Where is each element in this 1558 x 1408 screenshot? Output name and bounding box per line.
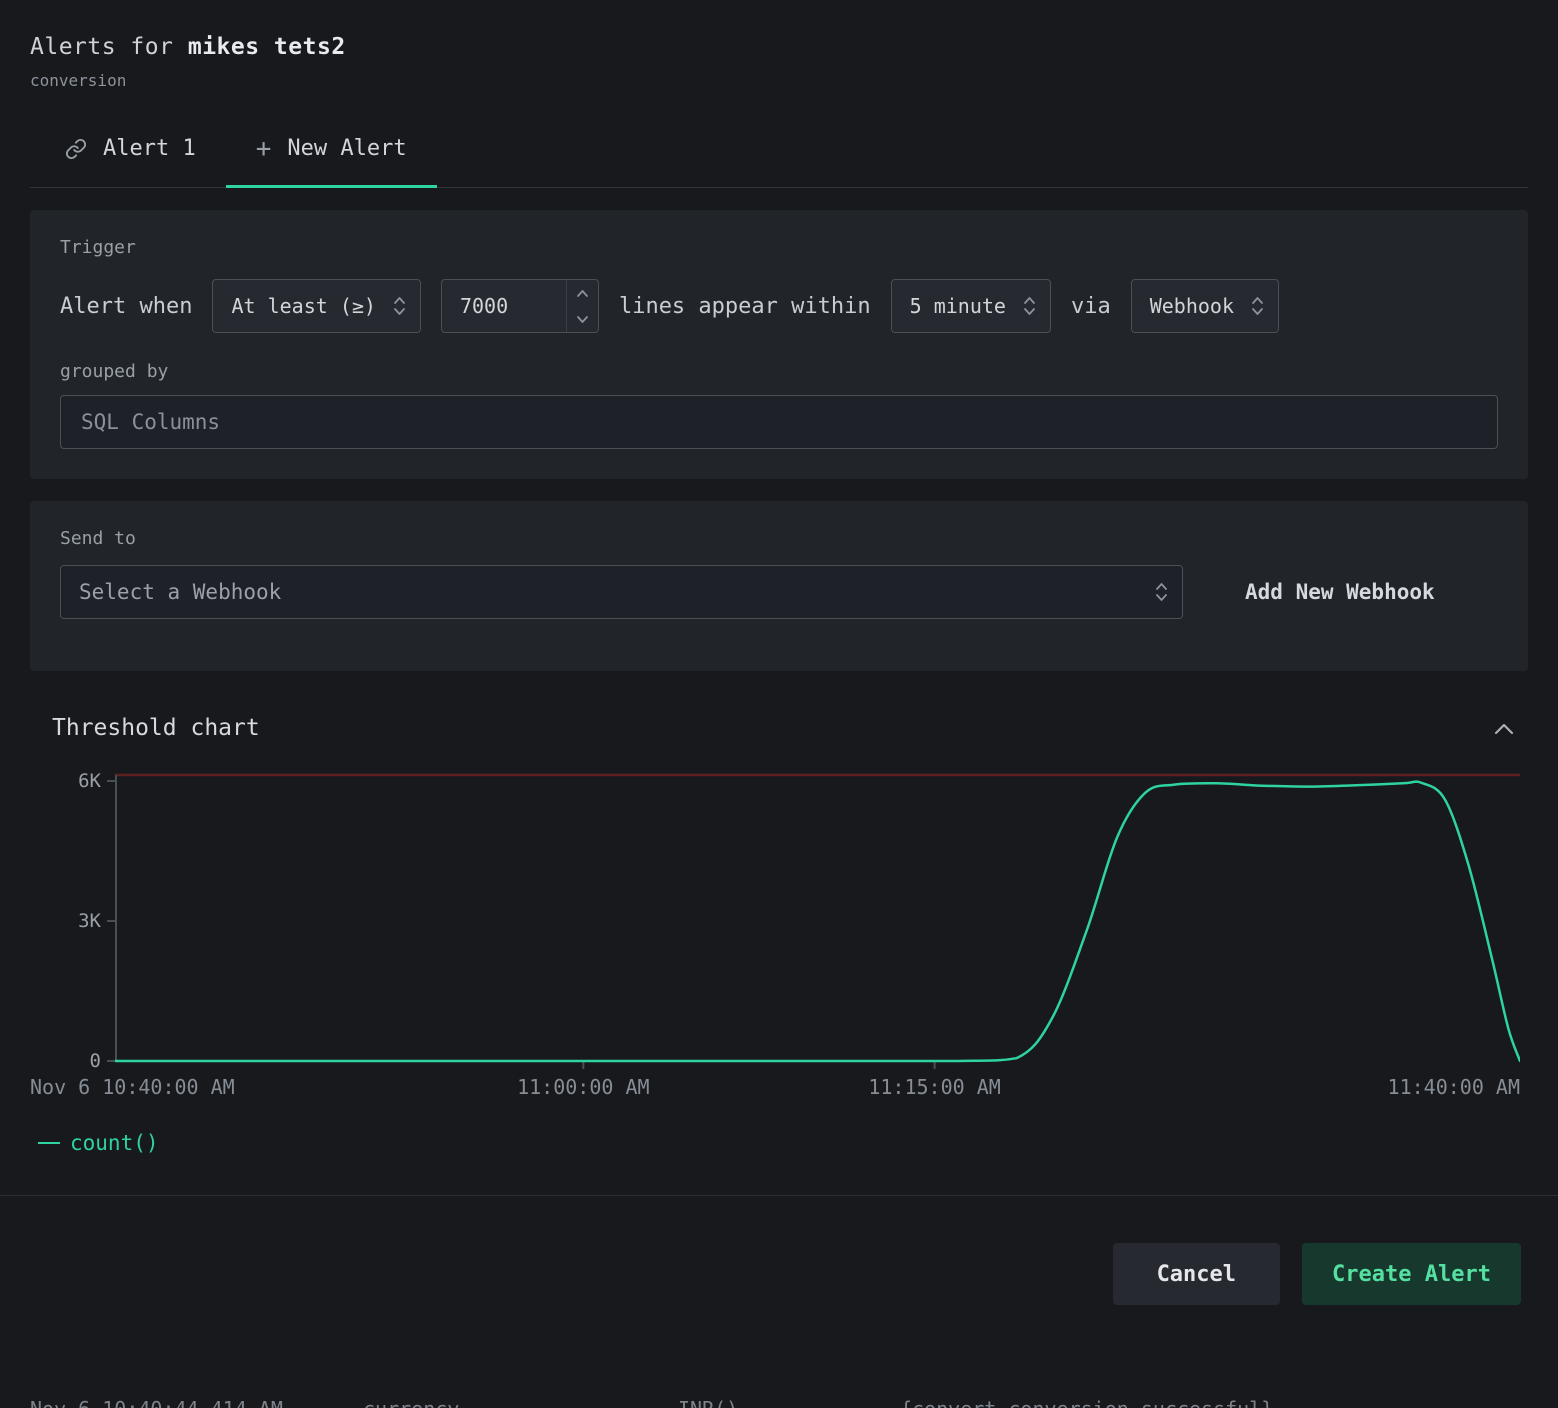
chart-header: Threshold chart <box>30 715 1528 741</box>
legend-label: count() <box>70 1131 159 1155</box>
page-title-name: mikes tets2 <box>188 34 346 60</box>
trigger-section-label: Trigger <box>60 237 1498 258</box>
x-tick-label: 11:15:00 AM <box>868 1075 1000 1099</box>
increment-button[interactable] <box>567 280 598 306</box>
background-log-field: INR() <box>678 1397 738 1408</box>
comparator-value: At least (≥) <box>231 294 376 318</box>
x-tick-label: 11:00:00 AM <box>517 1075 649 1099</box>
collapse-chart-button[interactable] <box>1492 721 1516 736</box>
send-to-section: Send to Select a Webhook Add New Webhook <box>30 501 1528 671</box>
background-log-row: Nov 6 10:40:44.414 AM currency INR() {co… <box>0 1397 1558 1408</box>
modal-header: Alerts for mikes tets2 conversion <box>30 0 1528 90</box>
alert-modal: Alerts for mikes tets2 conversion Alert … <box>0 0 1558 1155</box>
plus-icon: + <box>256 139 272 159</box>
channel-value: Webhook <box>1150 294 1234 318</box>
y-tick-label: 3K <box>78 910 115 932</box>
tab-alert-1[interactable]: Alert 1 <box>30 136 226 187</box>
chart-plot <box>115 773 1520 1069</box>
chevron-updown-icon <box>1250 293 1265 319</box>
legend-line-swatch <box>38 1142 60 1144</box>
threshold-chart-section: Threshold chart 6K 3K 0 Nov 6 10:40:00 AM 1… <box>30 715 1528 1155</box>
alert-tabs: Alert 1 + New Alert <box>30 136 1528 188</box>
x-tick-label: 11:40:00 AM <box>1388 1075 1520 1099</box>
create-alert-button[interactable]: Create Alert <box>1302 1243 1521 1305</box>
page-subtitle: conversion <box>30 71 1528 90</box>
chart-title: Threshold chart <box>52 715 260 741</box>
background-log-service: currency <box>363 1397 459 1408</box>
webhook-select[interactable]: Select a Webhook <box>60 565 1183 619</box>
background-log-timestamp: Nov 6 10:40:44.414 AM <box>30 1397 283 1408</box>
x-axis: Nov 6 10:40:00 AM 11:00:00 AM 11:15:00 AM 1… <box>30 1073 1528 1105</box>
background-log-message: {convert conversion successful} <box>900 1397 1273 1408</box>
trigger-section: Trigger Alert when At least (≥) 7000 <box>30 210 1528 479</box>
trigger-row: Alert when At least (≥) 7000 <box>60 279 1498 333</box>
chevron-updown-icon <box>1022 293 1037 319</box>
y-tick-label: 6K <box>78 770 115 792</box>
chart-wrap: 6K 3K 0 <box>30 773 1528 1069</box>
time-window-select[interactable]: 5 minute <box>891 279 1051 333</box>
lines-within-label: lines appear within <box>619 294 871 319</box>
via-label: via <box>1071 294 1111 319</box>
x-tick-label: Nov 6 10:40:00 AM <box>30 1075 235 1099</box>
time-window-value: 5 minute <box>910 294 1006 318</box>
webhook-select-placeholder: Select a Webhook <box>79 580 281 604</box>
threshold-value: 7000 <box>442 280 566 332</box>
y-axis: 6K 3K 0 <box>30 773 115 1069</box>
threshold-chart-svg <box>115 773 1520 1069</box>
modal-footer: Cancel Create Alert <box>0 1196 1558 1305</box>
add-new-webhook-button[interactable]: Add New Webhook <box>1245 580 1435 604</box>
grouped-by-label: grouped by <box>60 361 1498 382</box>
page-title-prefix: Alerts for <box>30 34 173 60</box>
number-steppers <box>566 280 598 332</box>
channel-select[interactable]: Webhook <box>1131 279 1279 333</box>
send-to-row: Select a Webhook Add New Webhook <box>60 565 1498 619</box>
grouped-by-input[interactable] <box>60 395 1498 449</box>
chevron-updown-icon <box>1154 579 1169 605</box>
cancel-button[interactable]: Cancel <box>1113 1243 1280 1305</box>
page-title: Alerts for mikes tets2 <box>30 34 1528 60</box>
tab-new-alert-label: New Alert <box>287 136 406 161</box>
tab-alert-1-label: Alert 1 <box>103 136 196 161</box>
y-tick-label: 0 <box>90 1050 115 1072</box>
comparator-select[interactable]: At least (≥) <box>212 279 421 333</box>
tab-new-alert[interactable]: + New Alert <box>226 136 437 187</box>
send-to-label: Send to <box>60 528 1498 549</box>
alert-when-label: Alert when <box>60 294 192 319</box>
chevron-updown-icon <box>392 293 407 319</box>
chart-legend: count() <box>38 1131 1528 1155</box>
threshold-number-input[interactable]: 7000 <box>441 279 599 333</box>
link-icon <box>65 138 87 160</box>
decrement-button[interactable] <box>567 306 598 332</box>
